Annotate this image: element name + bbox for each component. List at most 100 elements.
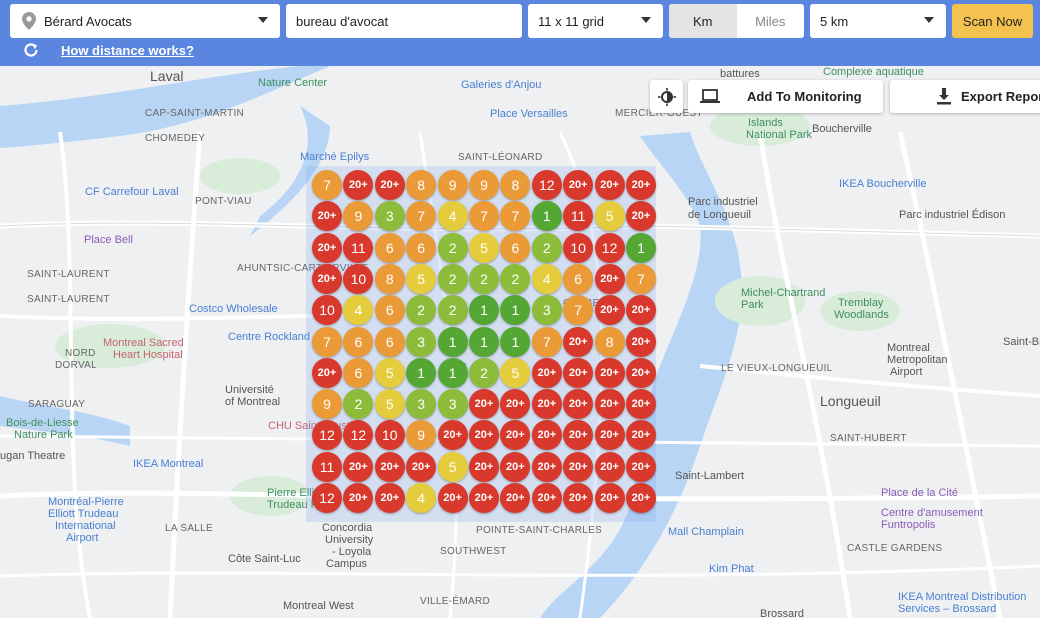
rank-marker[interactable]: 20+: [626, 170, 656, 200]
rank-marker[interactable]: 4: [437, 201, 468, 232]
rank-marker[interactable]: 20+: [626, 357, 656, 388]
export-report-button[interactable]: Export Report: [890, 80, 1040, 113]
how-distance-works-link[interactable]: How distance works?: [61, 43, 194, 58]
rank-marker[interactable]: 5: [374, 389, 405, 420]
rank-marker[interactable]: 7: [312, 326, 342, 357]
rank-marker[interactable]: 10: [563, 232, 594, 263]
rank-marker[interactable]: 20+: [469, 483, 499, 513]
map[interactable]: Laval Nature Center Galeries d'Anjou Place …: [0, 66, 1040, 618]
rank-marker[interactable]: 3: [406, 326, 437, 357]
rank-marker[interactable]: 2: [437, 295, 468, 326]
rank-marker[interactable]: 6: [374, 295, 405, 326]
rank-marker[interactable]: 20+: [374, 170, 405, 200]
rank-marker[interactable]: 5: [437, 451, 468, 482]
radius-select[interactable]: 5 km: [810, 4, 946, 38]
rank-marker[interactable]: 1: [531, 201, 562, 232]
rank-marker[interactable]: 20+: [594, 451, 625, 482]
rank-marker[interactable]: 2: [469, 357, 499, 388]
rank-marker[interactable]: 6: [406, 232, 437, 263]
rank-marker[interactable]: 8: [374, 263, 405, 294]
rank-marker[interactable]: 20+: [626, 389, 656, 420]
business-select[interactable]: Bérard Avocats: [10, 4, 280, 38]
rank-marker[interactable]: 2: [437, 263, 468, 294]
rank-marker[interactable]: 8: [406, 170, 437, 200]
rank-marker[interactable]: 10: [312, 295, 342, 326]
rank-marker[interactable]: 3: [437, 389, 468, 420]
rank-marker[interactable]: 20+: [563, 326, 594, 357]
rank-marker[interactable]: 2: [531, 232, 562, 263]
add-to-monitoring-button[interactable]: Add To Monitoring: [688, 80, 883, 113]
rank-marker[interactable]: 5: [406, 263, 437, 294]
rank-marker[interactable]: 20+: [469, 389, 499, 420]
rank-marker[interactable]: 6: [500, 232, 531, 263]
rank-marker[interactable]: 20+: [626, 326, 656, 357]
rank-marker[interactable]: 8: [594, 326, 625, 357]
rank-marker[interactable]: 11: [343, 232, 374, 263]
rank-marker[interactable]: 20+: [594, 420, 625, 451]
rank-marker[interactable]: 20+: [563, 357, 594, 388]
refresh-icon[interactable]: [22, 41, 40, 59]
rank-marker[interactable]: 5: [374, 357, 405, 388]
rank-marker[interactable]: 20+: [594, 295, 625, 326]
rank-marker[interactable]: 20+: [594, 483, 625, 513]
rank-marker[interactable]: 20+: [531, 389, 562, 420]
rank-marker[interactable]: 1: [437, 357, 468, 388]
grid-size-select[interactable]: 11 x 11 grid: [528, 4, 663, 38]
rank-marker[interactable]: 1: [500, 326, 531, 357]
rank-marker[interactable]: 1: [469, 295, 499, 326]
rank-marker[interactable]: 7: [312, 170, 342, 200]
rank-marker[interactable]: 20+: [469, 451, 499, 482]
rank-marker[interactable]: 12: [312, 483, 342, 513]
unit-miles-button[interactable]: Miles: [737, 4, 805, 38]
rank-marker[interactable]: 7: [531, 326, 562, 357]
rank-marker[interactable]: 6: [343, 326, 374, 357]
rank-marker[interactable]: 20+: [312, 357, 342, 388]
rank-marker[interactable]: 20+: [437, 483, 468, 513]
keyword-input[interactable]: bureau d'avocat: [286, 4, 522, 38]
rank-marker[interactable]: 20+: [437, 420, 468, 451]
rank-marker[interactable]: 20+: [563, 170, 594, 200]
rank-marker[interactable]: 20+: [531, 357, 562, 388]
rank-marker[interactable]: 4: [531, 263, 562, 294]
rank-marker[interactable]: 10: [374, 420, 405, 451]
scan-now-button[interactable]: Scan Now: [952, 4, 1033, 38]
rank-marker[interactable]: 20+: [374, 451, 405, 482]
rank-marker[interactable]: 20+: [531, 451, 562, 482]
rank-marker[interactable]: 6: [374, 326, 405, 357]
rank-marker[interactable]: 3: [374, 201, 405, 232]
rank-marker[interactable]: 20+: [531, 420, 562, 451]
rank-marker[interactable]: 5: [500, 357, 531, 388]
rank-marker[interactable]: 20+: [626, 451, 656, 482]
unit-km-button[interactable]: Km: [669, 4, 737, 38]
rank-marker[interactable]: 5: [469, 232, 499, 263]
rank-marker[interactable]: 11: [312, 451, 342, 482]
rank-marker[interactable]: 20+: [626, 483, 656, 513]
rank-marker[interactable]: 20+: [531, 483, 562, 513]
rank-marker[interactable]: 1: [469, 326, 499, 357]
rank-marker[interactable]: 2: [469, 263, 499, 294]
rank-marker[interactable]: 20+: [563, 483, 594, 513]
rank-marker[interactable]: 20+: [312, 232, 342, 263]
rank-marker[interactable]: 6: [563, 263, 594, 294]
rank-marker[interactable]: 6: [343, 357, 374, 388]
rank-marker[interactable]: 3: [531, 295, 562, 326]
rank-marker[interactable]: 6: [374, 232, 405, 263]
rank-marker[interactable]: 9: [312, 389, 342, 420]
rank-marker[interactable]: 12: [531, 170, 562, 200]
rank-marker[interactable]: 20+: [594, 357, 625, 388]
rank-marker[interactable]: 20+: [594, 263, 625, 294]
rank-marker[interactable]: 20+: [594, 170, 625, 200]
rank-marker[interactable]: 5: [594, 201, 625, 232]
rank-marker[interactable]: 9: [437, 170, 468, 200]
rank-marker[interactable]: 2: [437, 232, 468, 263]
rank-marker[interactable]: 20+: [374, 483, 405, 513]
rank-marker[interactable]: 1: [406, 357, 437, 388]
rank-marker[interactable]: 4: [406, 483, 437, 513]
rank-marker[interactable]: 20+: [563, 451, 594, 482]
rank-marker[interactable]: 1: [437, 326, 468, 357]
rank-marker[interactable]: 20+: [500, 451, 531, 482]
rank-marker[interactable]: 20+: [626, 295, 656, 326]
rank-marker[interactable]: 20+: [406, 451, 437, 482]
rank-marker[interactable]: 1: [626, 232, 656, 263]
rank-marker[interactable]: 9: [469, 170, 499, 200]
